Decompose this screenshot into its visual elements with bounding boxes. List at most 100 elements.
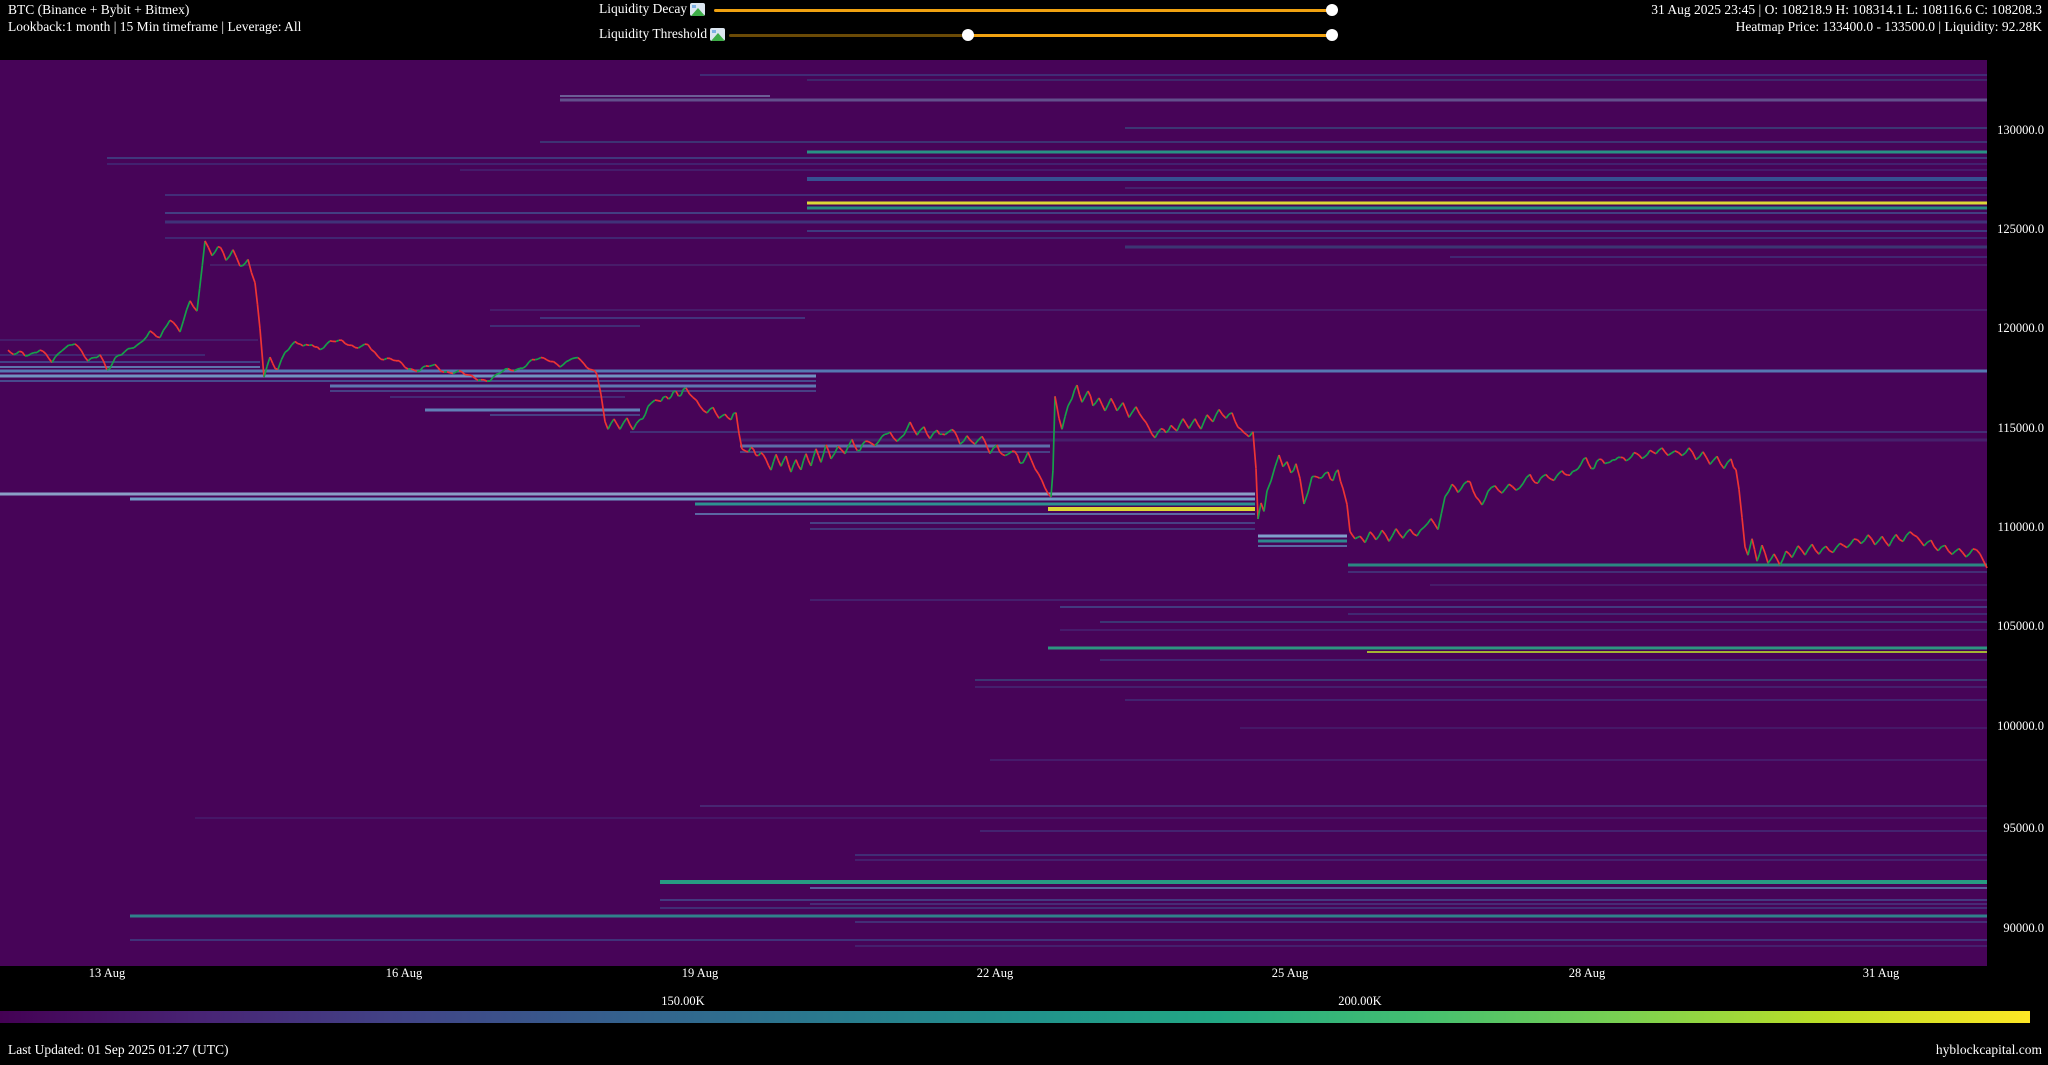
last-updated-text: Last Updated: 01 Sep 2025 01:27 (UTC) xyxy=(8,1042,228,1058)
liquidity-band xyxy=(1048,507,1255,511)
liquidity-band xyxy=(1348,564,1987,567)
liquidity-band xyxy=(1125,246,1987,249)
liquidity-band xyxy=(807,230,1987,232)
liquidity-band xyxy=(107,157,1987,159)
liquidity-band xyxy=(810,599,1987,601)
liquidity-band xyxy=(810,522,1255,524)
liquidation-heatmap-app: BTC (Binance + Bybit + Bitmex) Lookback:… xyxy=(0,0,2048,1065)
date-axis-label: 22 Aug xyxy=(960,966,1030,981)
liquidity-band xyxy=(1258,545,1347,547)
liquidity-band xyxy=(0,380,816,382)
date-axis-label: 25 Aug xyxy=(1255,966,1325,981)
date-axis-label: 28 Aug xyxy=(1552,966,1622,981)
liquidity-band xyxy=(0,375,816,378)
price-axis-label: 105000.0 xyxy=(1974,619,2044,634)
liquidity-band xyxy=(1060,606,1987,608)
liquidity-band xyxy=(700,805,1987,807)
liquidity-band xyxy=(630,431,1987,433)
liquidity-band xyxy=(165,237,1987,239)
liquidity-band xyxy=(1348,613,1987,615)
site-link[interactable]: hyblockcapital.com xyxy=(1936,1042,2042,1058)
date-axis-label: 31 Aug xyxy=(1846,966,1916,981)
liquidity-band xyxy=(990,759,1987,761)
liquidity-band xyxy=(330,385,816,388)
liquidity-band xyxy=(330,390,816,392)
liquidity-band xyxy=(807,79,1987,81)
liquidity-band xyxy=(1048,647,1987,650)
liquidity-band xyxy=(855,945,1987,947)
liquidity-band xyxy=(1258,540,1347,543)
liquidity-band xyxy=(1367,651,1987,653)
liquidity-band xyxy=(660,899,1987,901)
liquidity-colorbar xyxy=(0,1011,2030,1023)
liquidity-band xyxy=(540,141,1987,143)
price-axis-label: 90000.0 xyxy=(1974,921,2044,936)
liquidity-band xyxy=(807,177,1987,181)
liquidity-band xyxy=(855,854,1987,856)
colorbar-tick-label: 200.00K xyxy=(1320,994,1400,1009)
liquidity-band xyxy=(0,361,260,363)
price-axis-label: 115000.0 xyxy=(1974,421,2044,436)
liquidity-band xyxy=(560,95,770,97)
date-axis-label: 13 Aug xyxy=(72,966,142,981)
liquidity-band xyxy=(1258,535,1347,538)
liquidity-band xyxy=(660,907,1987,909)
liquidity-band xyxy=(0,339,258,341)
liquidity-band xyxy=(1125,699,1987,701)
liquidity-band xyxy=(540,317,805,319)
liquidity-band xyxy=(560,99,1987,102)
liquidity-band xyxy=(165,221,1987,224)
liquidity-band xyxy=(165,212,1987,214)
liquidity-band xyxy=(1348,571,1987,573)
liquidity-band xyxy=(975,686,1987,688)
liquidity-band xyxy=(975,679,1987,681)
colorbar-tick-label: 150.00K xyxy=(643,994,723,1009)
liquidity-band xyxy=(807,202,1987,205)
liquidity-band xyxy=(695,503,1255,506)
price-axis-label: 110000.0 xyxy=(1974,520,2044,535)
liquidity-band xyxy=(130,939,1987,941)
liquidity-band xyxy=(810,528,1255,530)
price-axis-label: 95000.0 xyxy=(1974,821,2044,836)
liquidity-band xyxy=(1060,629,1987,631)
liquidity-band xyxy=(0,370,1987,373)
liquidity-band xyxy=(390,396,625,398)
price-axis-label: 125000.0 xyxy=(1974,222,2044,237)
liquidity-band xyxy=(195,817,1987,819)
liquidity-band xyxy=(740,439,1987,442)
liquidity-band xyxy=(700,74,1987,76)
liquidity-band xyxy=(740,451,1050,453)
liquidity-band xyxy=(660,880,1987,884)
date-axis-label: 16 Aug xyxy=(369,966,439,981)
liquidity-band xyxy=(130,915,1987,918)
liquidity-band xyxy=(1100,621,1987,623)
liquidity-band xyxy=(1240,727,1987,729)
liquidity-band xyxy=(0,366,260,368)
liquidity-band xyxy=(490,325,640,327)
liquidity-band xyxy=(740,445,1050,448)
liquidity-band xyxy=(807,207,1987,210)
liquidity-band xyxy=(0,493,1255,496)
liquidity-band xyxy=(1430,584,1987,586)
liquidity-band xyxy=(210,264,1987,266)
price-axis-label: 130000.0 xyxy=(1974,123,2044,138)
liquidity-band xyxy=(490,309,1987,311)
liquidity-band xyxy=(165,194,1987,196)
liquidity-band xyxy=(1100,659,1987,661)
liquidity-band xyxy=(1125,187,1987,189)
liquidity-band xyxy=(107,163,1987,165)
liquidity-band xyxy=(1125,127,1987,129)
liquidity-heatmap-chart[interactable] xyxy=(0,0,2048,1065)
price-axis-label: 120000.0 xyxy=(1974,321,2044,336)
liquidity-band xyxy=(980,830,1987,832)
liquidity-band xyxy=(130,498,1255,501)
liquidity-band xyxy=(810,903,1987,905)
liquidity-band xyxy=(810,887,1987,889)
date-axis-label: 19 Aug xyxy=(665,966,735,981)
liquidity-band xyxy=(807,151,1987,154)
liquidity-band xyxy=(695,513,1255,515)
liquidity-band xyxy=(490,414,640,416)
liquidity-band xyxy=(460,169,1987,171)
liquidity-band xyxy=(855,859,1987,861)
liquidity-band xyxy=(855,921,1987,923)
